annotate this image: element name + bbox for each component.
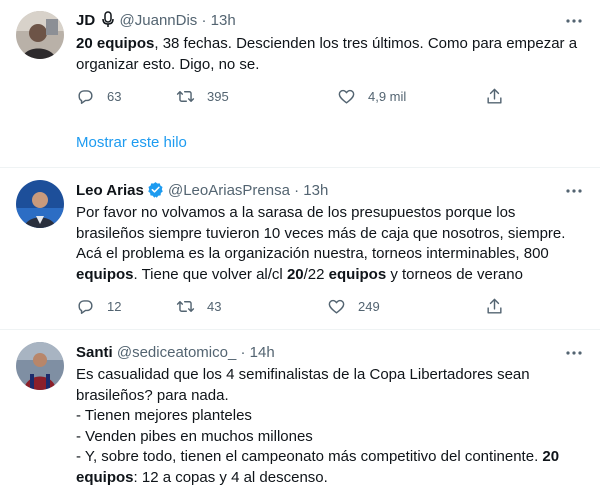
author-name[interactable]: Santi [76, 344, 113, 361]
tweet-paragraph: Por favor no volvamos a la sarasa de los… [76, 203, 586, 244]
like-button[interactable]: 249 [327, 296, 380, 316]
text-segment: y torneos de verano [386, 265, 523, 283]
avatar[interactable] [16, 342, 64, 390]
tweet-actions: 63 395 4,9 mil [76, 86, 506, 106]
retweet-icon [176, 300, 195, 312]
microphone-icon [101, 11, 115, 34]
text-segment: Acá el problema es la organización nuest… [76, 245, 549, 262]
heart-icon [328, 299, 345, 314]
reply-icon [78, 299, 93, 314]
reply-button[interactable]: 63 [76, 86, 121, 106]
reply-icon [78, 89, 93, 104]
reply-count: 63 [107, 88, 122, 104]
separator-dot: · [201, 12, 207, 29]
tweet-3[interactable]: Santi @sediceatomico_ · 14h Es casualida… [0, 330, 600, 491]
timestamp[interactable]: 13h [211, 12, 236, 29]
like-count: 249 [358, 298, 380, 314]
avatar[interactable] [16, 11, 64, 59]
more-icon[interactable] [564, 11, 584, 31]
more-icon[interactable] [564, 343, 584, 363]
retweet-icon [176, 90, 195, 102]
verified-badge-icon [147, 181, 164, 204]
separator-dot: · [294, 182, 300, 199]
text-segment: - Venden pibes en muchos millones [76, 427, 313, 445]
retweet-count: 43 [207, 298, 222, 314]
retweet-button[interactable]: 395 [176, 86, 229, 106]
tweet-paragraph: - Tienen mejores planteles [76, 406, 586, 427]
author-name[interactable]: Leo Arias [76, 182, 144, 199]
separator-dot: · [240, 344, 246, 361]
share-icon [487, 298, 502, 314]
text-segment: - Tienen mejores planteles [76, 407, 252, 424]
highlight: equipos [76, 265, 134, 283]
tweet-paragraph: - Y, sobre todo, tienen el campeonato má… [76, 447, 586, 488]
text-segment: Es casualidad que los 4 semifinalistas d… [76, 366, 530, 404]
heart-icon [338, 89, 355, 104]
author-name[interactable]: JD [76, 12, 95, 29]
author-handle[interactable]: @JuannDis [120, 12, 198, 29]
tweet-paragraph: Acá el problema es la organización nuest… [76, 244, 586, 285]
reply-count: 12 [107, 298, 122, 314]
tweet-paragraph: Es casualidad que los 4 semifinalistas d… [76, 365, 586, 406]
tweet-text: Es casualidad que los 4 semifinalistas d… [76, 365, 586, 488]
like-count: 4,9 mil [368, 88, 407, 104]
retweet-count: 395 [207, 88, 229, 104]
reply-button[interactable]: 12 [76, 296, 121, 316]
text-segment: : 12 a copas y 4 al descenso. [133, 468, 328, 486]
like-button[interactable]: 4,9 mil [337, 86, 406, 106]
tweet-1[interactable]: JD @JuannDis · 13h 20 equipos, 38 fechas… [0, 0, 600, 172]
avatar[interactable] [16, 180, 64, 228]
highlight: 20 [286, 265, 304, 283]
text-segment: /22 [303, 265, 329, 283]
highlight: 20 equipos [76, 35, 155, 52]
retweet-button[interactable]: 43 [176, 296, 221, 316]
more-icon[interactable] [564, 181, 584, 201]
tweet-paragraph: 20 equipos, 38 fechas. Descienden los tr… [76, 34, 586, 75]
author-handle[interactable]: @sediceatomico_ [117, 344, 236, 361]
text-segment: . Tiene que volver al/cl [133, 265, 287, 283]
show-thread-link[interactable]: Mostrar este hilo [76, 134, 187, 151]
tweet-text: 20 equipos, 38 fechas. Descienden los tr… [76, 34, 586, 75]
highlight: equipos [328, 265, 387, 283]
tweet-actions: 12 43 249 [76, 296, 506, 316]
author-handle[interactable]: @LeoAriasPrensa [168, 182, 290, 199]
tweet-text: Por favor no volvamos a la sarasa de los… [76, 203, 586, 285]
text-segment: - Y, sobre todo, tienen el campeonato má… [76, 448, 543, 465]
text-segment: Por favor no volvamos a la sarasa de los… [76, 204, 566, 242]
timestamp[interactable]: 14h [250, 344, 275, 361]
tweet-2[interactable]: Leo Arias @LeoAriasPrensa · 13h Por favo… [0, 168, 600, 328]
share-icon [487, 88, 502, 104]
share-button[interactable] [485, 296, 504, 316]
share-button[interactable] [485, 86, 504, 106]
tweet-paragraph: - Venden pibes en muchos millones [76, 427, 586, 448]
timestamp[interactable]: 13h [303, 182, 328, 199]
